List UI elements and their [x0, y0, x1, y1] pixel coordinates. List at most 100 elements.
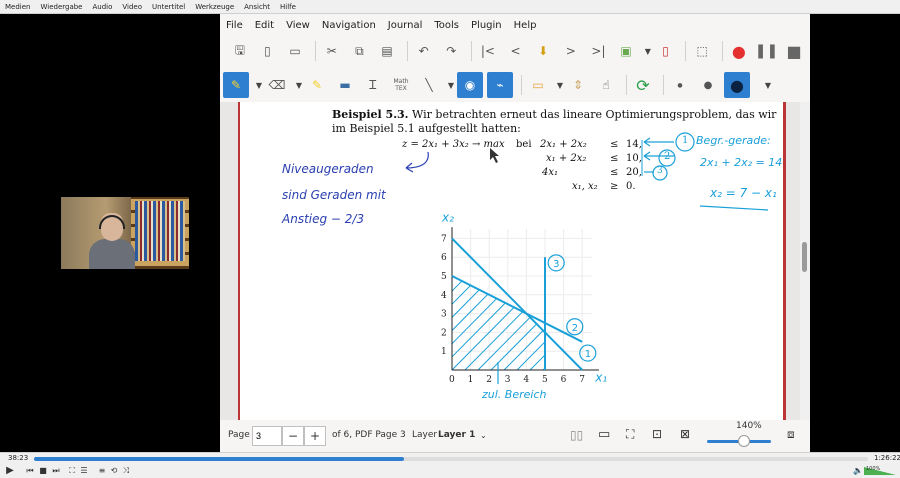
menu-werkzeuge[interactable]: Werkzeuge	[190, 3, 239, 11]
zoom-close-icon[interactable]: ⊠	[680, 427, 690, 441]
copy-icon[interactable]: ⧉	[348, 39, 372, 63]
shape-recognizer-icon[interactable]: ◉	[457, 72, 483, 98]
record-icon[interactable]: ●	[727, 39, 751, 63]
play-object-icon[interactable]: ⟳	[631, 73, 655, 97]
document-page[interactable]: Beispiel 5.3. Wir betrachten erneut das …	[238, 102, 786, 420]
hatch-line	[699, 238, 788, 370]
pen-icon[interactable]: ✎	[223, 72, 249, 98]
stop-media-icon[interactable]: ■	[37, 466, 49, 476]
eraser-dropdown-icon[interactable]: ▼	[293, 81, 305, 90]
save-icon[interactable]: 🖫	[228, 39, 252, 63]
hatch-line	[452, 276, 453, 370]
niveau-line3: Anstieg − 2/3	[282, 212, 365, 226]
menu-tools[interactable]: Tools	[434, 20, 459, 31]
presentation-icon[interactable]: ▭	[598, 427, 610, 442]
volume-icon[interactable]: 🔈	[852, 466, 864, 476]
previous-page-icon[interactable]: <	[504, 39, 528, 63]
eraser-icon[interactable]: ⌫	[265, 73, 289, 97]
xournal-statusbar: Page − + of 6, PDF Page 3 Layer Layer 1 …	[220, 420, 810, 452]
new-page-icon[interactable]: ▯	[256, 39, 280, 63]
layer-dropdown-icon[interactable]: ⌄	[480, 431, 487, 440]
zoom-fit-icon[interactable]: ⊡	[652, 427, 662, 441]
select-rect-icon[interactable]: ▭	[526, 73, 550, 97]
menu-audio[interactable]: Audio	[88, 3, 118, 11]
begr-label: Begr.-gerade:	[696, 134, 771, 147]
layer-select[interactable]: Layer 1	[438, 430, 475, 440]
text-icon[interactable]: Ꮖ	[361, 73, 385, 97]
insert-page-icon[interactable]: ▣	[614, 39, 638, 63]
x-tick-2: 2	[486, 375, 492, 385]
image-icon[interactable]: ▬	[333, 73, 357, 97]
stop-icon[interactable]: ■	[782, 39, 806, 63]
loop-icon[interactable]: ⟲	[108, 466, 120, 476]
menu-video[interactable]: Video	[117, 3, 147, 11]
delete-page-icon[interactable]: ▯	[654, 39, 678, 63]
vertical-space-icon[interactable]: ⇕	[566, 73, 590, 97]
undo-icon[interactable]: ↶	[412, 39, 436, 63]
highlighter-icon[interactable]: ✎	[305, 73, 329, 97]
webcam-inset	[61, 197, 189, 269]
last-page-icon[interactable]: >|	[587, 39, 611, 63]
menu-wiedergabe[interactable]: Wiedergabe	[35, 3, 87, 11]
niveau-line2: sind Geraden mit	[282, 188, 386, 202]
page-label: Page	[228, 430, 250, 440]
cut-icon[interactable]: ✂	[320, 39, 344, 63]
volume-label: 100%	[866, 466, 881, 472]
size-dropdown-icon[interactable]: ▼	[762, 81, 774, 90]
extended-settings-icon[interactable]: ☰	[78, 466, 90, 476]
zoom-slider-knob[interactable]	[738, 435, 750, 447]
menu-navigation[interactable]: Navigation	[322, 20, 376, 31]
two-page-icon[interactable]: ▯▯	[570, 428, 583, 442]
ruler-snap-icon[interactable]: ⌁	[487, 72, 513, 98]
open-icon[interactable]: ▭	[283, 39, 307, 63]
menu-medien[interactable]: Medien	[0, 3, 35, 11]
menu-edit[interactable]: Edit	[255, 20, 274, 31]
menu-journal[interactable]: Journal	[388, 20, 423, 31]
seek-bar[interactable]	[34, 457, 868, 461]
pen-dropdown-icon[interactable]: ▼	[253, 81, 265, 90]
x2-axis-label: x₂	[441, 210, 454, 224]
vlc-menubar: Medien Wiedergabe Audio Video Untertitel…	[0, 0, 900, 14]
paste-icon[interactable]: ▤	[375, 39, 399, 63]
line-icon[interactable]: ╲	[417, 73, 441, 97]
next-page-icon[interactable]: >	[559, 39, 583, 63]
document-view[interactable]: Beispiel 5.3. Wir betrachten erneut das …	[220, 102, 810, 420]
goto-page-icon[interactable]: ⬇	[531, 39, 555, 63]
menu-ansicht[interactable]: Ansicht	[239, 3, 275, 11]
pause-icon[interactable]: ❚❚	[755, 39, 779, 63]
page-number-input[interactable]	[252, 426, 282, 446]
page-decrement-button[interactable]: −	[282, 426, 304, 446]
hatch-line	[582, 238, 712, 370]
menu-file[interactable]: File	[226, 20, 243, 31]
fine-size-icon[interactable]: ●	[668, 73, 692, 97]
main-toolbar: 🖫 ▯ ▭ ✂ ⧉ ▤ ↶ ↷ |< < ⬇ > >| ▣ ▼ ▯ ⬚ ● ❚❚…	[220, 36, 810, 66]
medium-size-icon[interactable]: ●	[696, 73, 720, 97]
thick-size-icon[interactable]: ●	[724, 72, 750, 98]
page-increment-button[interactable]: +	[304, 426, 326, 446]
first-page-icon[interactable]: |<	[476, 39, 500, 63]
insert-page-dropdown-icon[interactable]: ▼	[642, 47, 654, 56]
menu-plugin[interactable]: Plugin	[471, 20, 502, 31]
zoom-reset-icon[interactable]: ⧈	[787, 427, 795, 442]
menu-hilfe[interactable]: Hilfe	[275, 3, 301, 11]
select-dropdown-icon[interactable]: ▼	[554, 81, 566, 90]
menu-view[interactable]: View	[286, 20, 310, 31]
menu-untertitel[interactable]: Untertitel	[147, 3, 190, 11]
fullscreen-toggle-icon[interactable]: ⛶	[66, 466, 78, 476]
redo-icon[interactable]: ↷	[439, 39, 463, 63]
play-icon[interactable]: ▶	[4, 466, 16, 476]
vertical-scrollbar-thumb[interactable]	[802, 242, 807, 272]
seek-progress	[34, 457, 405, 461]
prev-icon[interactable]: ⏮	[24, 466, 36, 476]
shape-dropdown-icon[interactable]: ▼	[445, 81, 457, 90]
shuffle-icon[interactable]: ⤨	[120, 466, 132, 476]
menu-help[interactable]: Help	[514, 20, 537, 31]
next-icon[interactable]: ⏭	[50, 466, 62, 476]
zoom-label: 140%	[736, 421, 762, 431]
hatch-line	[686, 238, 788, 370]
fullscreen-icon[interactable]: ⬚	[690, 39, 714, 63]
playlist-icon[interactable]: ≡	[96, 466, 108, 476]
hand-icon[interactable]: ☝	[594, 73, 618, 97]
fit-page-icon[interactable]: ⛶	[626, 427, 634, 442]
latex-icon[interactable]: Math TEX	[389, 73, 413, 97]
